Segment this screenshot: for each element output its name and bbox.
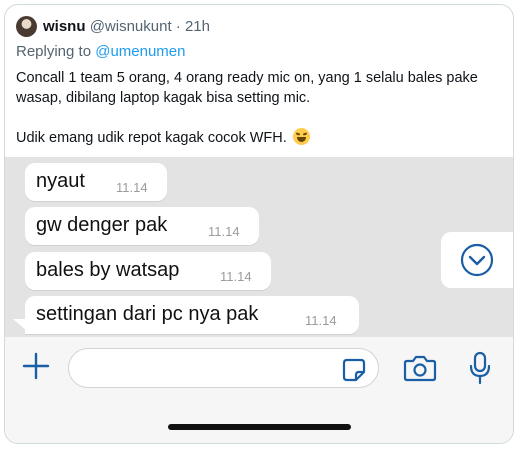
tweet-header: wisnu @wisnukunt · 21h [43, 18, 210, 35]
message-time: 11.14 [208, 224, 240, 239]
sticker-icon[interactable] [342, 358, 366, 382]
message-bubble[interactable]: gw denger pak 11.14 [25, 207, 259, 245]
display-name[interactable]: wisnu [43, 18, 86, 35]
tweet-text: Concall 1 team 5 orang, 4 orang ready mi… [16, 68, 504, 148]
home-area [5, 399, 513, 443]
message-text: nyaut [36, 170, 85, 192]
home-indicator [168, 424, 351, 430]
mention-link[interactable]: @umenumen [95, 43, 185, 60]
separator: · [171, 18, 185, 35]
avatar[interactable] [16, 16, 37, 37]
tweet[interactable]: wisnu @wisnukunt · 21h Replying to @umen… [5, 5, 513, 157]
tweet-paragraph: Concall 1 team 5 orang, 4 orang ready mi… [16, 70, 478, 106]
replying-to-label: Replying to [16, 43, 96, 60]
message-text: settingan dari pc nya pak [36, 303, 259, 325]
bubble-tail [13, 319, 27, 331]
tweet-timestamp[interactable]: 21h [185, 18, 210, 35]
microphone-icon[interactable] [468, 351, 492, 385]
camera-icon[interactable] [403, 354, 437, 382]
message-input-bar [5, 337, 513, 399]
message-time: 11.14 [220, 269, 252, 284]
tweet-card: wisnu @wisnukunt · 21h Replying to @umen… [4, 4, 514, 444]
message-bubble[interactable]: nyaut 11.14 [25, 163, 167, 201]
chevron-down-circle-icon [460, 243, 494, 277]
message-text: bales by watsap [36, 259, 180, 281]
message-time: 11.14 [305, 313, 337, 328]
replying-to: Replying to @umenumen [16, 43, 186, 60]
chat-screenshot: nyaut 11.14 gw denger pak 11.14 bales by… [5, 157, 513, 337]
plus-icon[interactable] [22, 352, 50, 380]
face-with-tears-of-joy-icon [292, 128, 310, 145]
message-bubble[interactable]: bales by watsap 11.14 [25, 252, 271, 290]
tweet-paragraph-2: Udik emang udik repot kagak cocok WFH. [16, 128, 504, 148]
user-handle[interactable]: @wisnukunt [90, 18, 172, 35]
message-text: gw denger pak [36, 214, 168, 236]
message-bubble[interactable]: settingan dari pc nya pak 11.14 [25, 296, 359, 334]
tweet-paragraph-text: Udik emang udik repot kagak cocok WFH. [16, 130, 287, 146]
scroll-down-button[interactable] [441, 232, 513, 288]
message-time: 11.14 [116, 180, 148, 195]
message-input[interactable] [68, 348, 379, 388]
